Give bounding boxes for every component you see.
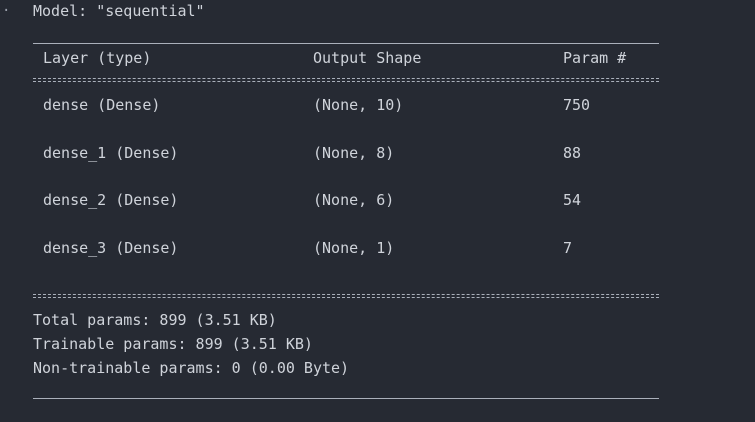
layer-name: dense_3 (Dense) [43, 239, 179, 257]
header-double-divider [33, 75, 659, 84]
total-params: Total params: 899 (3.51 KB) [33, 311, 277, 329]
header-layer-type: Layer (type) [43, 49, 152, 67]
footer-double-divider [33, 291, 659, 300]
output-shape: (None, 8) [313, 144, 395, 162]
model-title: Model: "sequential" [33, 2, 205, 20]
param-count: 7 [563, 239, 573, 257]
non-trainable-params: Non-trainable params: 0 (0.00 Byte) [33, 359, 350, 377]
trainable-params: Trainable params: 899 (3.51 KB) [33, 335, 313, 353]
output-shape: (None, 6) [313, 191, 395, 209]
top-divider [33, 43, 659, 44]
output-shape: (None, 10) [313, 96, 404, 114]
param-count: 750 [563, 96, 591, 114]
param-count: 54 [563, 191, 582, 209]
output-shape: (None, 1) [313, 239, 395, 257]
output-bullet: · [2, 3, 11, 19]
layer-name: dense_1 (Dense) [43, 144, 179, 162]
header-output-shape: Output Shape [313, 49, 422, 67]
header-param-count: Param # [563, 49, 627, 67]
param-count: 88 [563, 144, 582, 162]
layer-name: dense_2 (Dense) [43, 191, 179, 209]
layer-name: dense (Dense) [43, 96, 161, 114]
bottom-divider [33, 398, 659, 399]
